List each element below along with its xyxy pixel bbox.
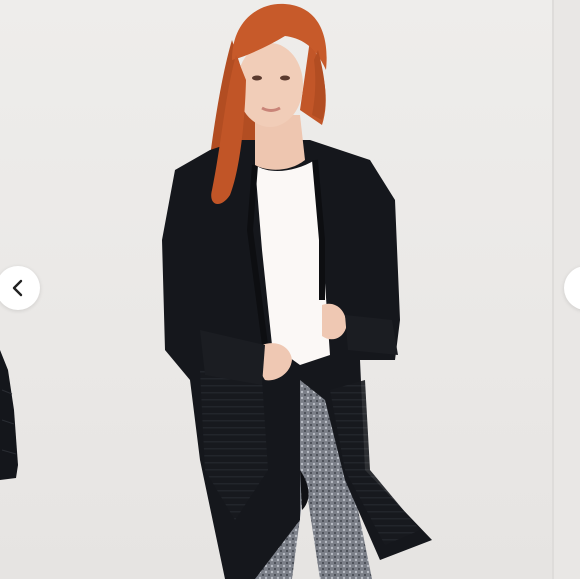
chevron-right-icon	[576, 278, 580, 298]
product-image-carousel	[0, 0, 580, 579]
product-photo	[162, 3, 432, 579]
chevron-left-icon	[12, 279, 23, 297]
